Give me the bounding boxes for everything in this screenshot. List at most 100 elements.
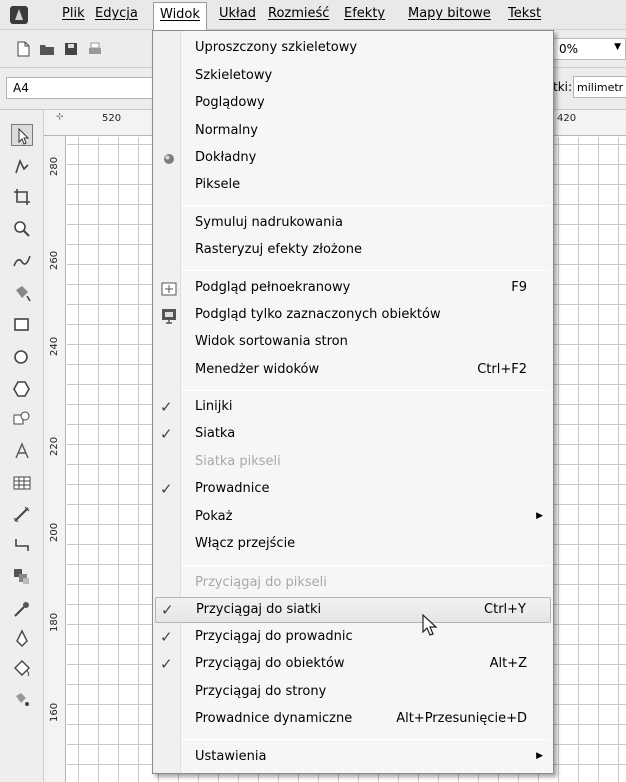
page-size-select[interactable]: A4 [6, 77, 166, 99]
zoom-level-value: 0% [559, 42, 579, 56]
menu-item-label: Przyciągaj do pikseli [195, 575, 327, 590]
menu-item-shortcut: Alt+Z [489, 656, 527, 671]
menu-item-label: Przyciągaj do obiektów [195, 656, 345, 671]
dimension-tool-icon[interactable] [11, 504, 33, 526]
new-document-icon[interactable] [14, 40, 32, 58]
shape-tool-icon[interactable] [11, 156, 33, 178]
smart-fill-tool-icon[interactable] [11, 282, 33, 304]
menu-item-przyciagaj-do-obiektow[interactable]: ✓ Przyciągaj do obiektów Alt+Z [155, 652, 551, 678]
menu-edycja[interactable]: Edycja [95, 6, 138, 21]
ruler-left-label: 220 [49, 436, 60, 456]
check-icon: ✓ [160, 655, 173, 673]
menu-item-normalny[interactable]: Normalny [155, 119, 551, 145]
interactive-fill-tool-icon[interactable] [11, 688, 33, 710]
menu-item-label: Siatka [195, 426, 236, 441]
text-tool-icon[interactable] [11, 440, 33, 462]
menu-item-symuluj-nadrukowania[interactable]: Symuluj nadrukowania [155, 211, 551, 237]
menu-item-przyciagaj-do-strony[interactable]: Przyciągaj do strony [155, 680, 551, 706]
menu-item-przyciagaj-do-prowadnic[interactable]: ✓ Przyciągaj do prowadnic [155, 625, 551, 651]
menu-separator [183, 390, 551, 391]
pick-tool-icon[interactable] [11, 124, 33, 146]
menu-item-uproszczony-szkieletowy[interactable]: Uproszczony szkieletowy [155, 36, 551, 62]
menu-item-label: Symuluj nadrukowania [195, 215, 343, 230]
menu-efekty[interactable]: Efekty [344, 6, 385, 21]
units-select[interactable]: milimetr [573, 76, 626, 98]
menu-item-ustawienia[interactable]: Ustawienia ▶ [155, 745, 551, 771]
print-icon[interactable] [86, 40, 104, 58]
menu-item-siatka[interactable]: ✓ Siatka [155, 422, 551, 448]
menu-item-podglad-pelnoekranowy[interactable]: Podgląd pełnoekranowy F9 [155, 276, 551, 302]
menu-item-siatka-pikseli: Siatka pikseli [155, 450, 551, 476]
eyedropper-tool-icon[interactable] [11, 598, 33, 620]
menu-item-przyciagaj-do-pikseli: Przyciągaj do pikseli [155, 571, 551, 597]
vertical-ruler[interactable]: 280 260 240 220 200 180 160 [44, 136, 66, 782]
ruler-left-label: 240 [49, 336, 60, 356]
units-label: tki: [553, 80, 573, 94]
ellipse-tool-icon[interactable] [11, 346, 33, 368]
fill-tool-icon[interactable] [11, 658, 33, 680]
check-icon: ✓ [160, 628, 173, 646]
check-icon: ✓ [161, 601, 174, 619]
menu-item-label: Rasteryzuj efekty złożone [195, 242, 362, 257]
menu-item-label: Prowadnice [195, 481, 270, 496]
menu-item-podglad-zaznaczonych[interactable]: Podgląd tylko zaznaczonych obiektów [155, 303, 551, 329]
menu-item-linijki[interactable]: ✓ Linijki [155, 395, 551, 421]
menu-item-label: Włącz przejście [195, 536, 296, 551]
menu-item-wlacz-przejscie[interactable]: Włącz przejście [155, 532, 551, 558]
rectangle-tool-icon[interactable] [11, 314, 33, 336]
menu-item-label: Podgląd tylko zaznaczonych obiektów [195, 307, 441, 322]
menu-rozmiesc[interactable]: Rozmieść [268, 6, 329, 21]
ruler-origin-icon[interactable]: ⊹ [56, 112, 64, 122]
menu-plik[interactable]: Plik [62, 6, 85, 21]
menu-item-szkieletowy[interactable]: Szkieletowy [155, 64, 551, 90]
menu-item-shortcut: Ctrl+F2 [477, 362, 527, 377]
menu-item-label: Siatka pikseli [195, 454, 281, 469]
menu-item-prowadnice-dynamiczne[interactable]: Prowadnice dynamiczne Alt+Przesunięcie+D [155, 707, 551, 733]
menu-item-label: Normalny [195, 123, 258, 138]
menu-widok[interactable]: Widok [153, 2, 207, 30]
menu-item-dokladny[interactable]: Dokładny [155, 146, 551, 172]
menu-item-rasteryzuj-efekty[interactable]: Rasteryzuj efekty złożone [155, 238, 551, 264]
menu-item-shortcut: Ctrl+Y [484, 602, 526, 617]
menu-separator [183, 270, 551, 271]
fullscreen-preview-icon [161, 282, 177, 296]
menu-separator [183, 739, 551, 740]
menu-item-przyciagaj-do-siatki[interactable]: ✓ Przyciągaj do siatki Ctrl+Y [155, 597, 551, 623]
zoom-tool-icon[interactable] [11, 218, 33, 240]
crop-tool-icon[interactable] [11, 186, 33, 208]
ruler-top-label: 420 [557, 113, 577, 124]
mouse-pointer-icon [422, 614, 438, 636]
menu-item-shortcut: F9 [511, 280, 527, 295]
chevron-down-icon[interactable]: ▼ [614, 42, 621, 52]
menu-item-prowadnice[interactable]: ✓ Prowadnice [155, 477, 551, 503]
menu-item-pokaz[interactable]: Pokaż ▶ [155, 505, 551, 531]
menu-bar: Plik Edycja Widok Układ Rozmieść Efekty … [0, 0, 626, 30]
check-icon: ✓ [160, 425, 173, 443]
menu-mapy-bitowe[interactable]: Mapy bitowe [408, 6, 491, 21]
save-icon[interactable] [62, 40, 80, 58]
menu-item-label: Uproszczony szkieletowy [195, 40, 358, 55]
menu-tekst[interactable]: Tekst [508, 6, 541, 21]
open-folder-icon[interactable] [38, 40, 56, 58]
selected-objects-preview-icon [162, 309, 176, 324]
submenu-arrow-icon: ▶ [536, 511, 543, 521]
blend-tool-icon[interactable] [11, 566, 33, 588]
menu-uklad[interactable]: Układ [219, 6, 256, 21]
menu-item-widok-sortowania[interactable]: Widok sortowania stron [155, 330, 551, 356]
ruler-left-label: 260 [49, 250, 60, 270]
polygon-tool-icon[interactable] [11, 378, 33, 400]
menu-item-piksele[interactable]: Piksele [155, 173, 551, 199]
check-icon: ✓ [160, 480, 173, 498]
outline-pen-tool-icon[interactable] [11, 628, 33, 650]
ruler-top-label: 520 [102, 113, 122, 124]
view-menu-dropdown: Uproszczony szkieletowy Szkieletowy Pogl… [152, 30, 554, 774]
menu-item-menedzer-widokow[interactable]: Menedżer widoków Ctrl+F2 [155, 358, 551, 384]
zoom-level-select[interactable]: 0% ▼ [552, 38, 626, 60]
basic-shapes-tool-icon[interactable] [11, 408, 33, 430]
menu-item-pogladowy[interactable]: Poglądowy [155, 91, 551, 117]
table-tool-icon[interactable] [11, 472, 33, 494]
connector-tool-icon[interactable] [11, 534, 33, 556]
menu-item-label: Przyciągaj do prowadnic [195, 629, 353, 644]
freehand-tool-icon[interactable] [11, 250, 33, 272]
menu-item-label: Przyciągaj do siatki [196, 602, 322, 617]
